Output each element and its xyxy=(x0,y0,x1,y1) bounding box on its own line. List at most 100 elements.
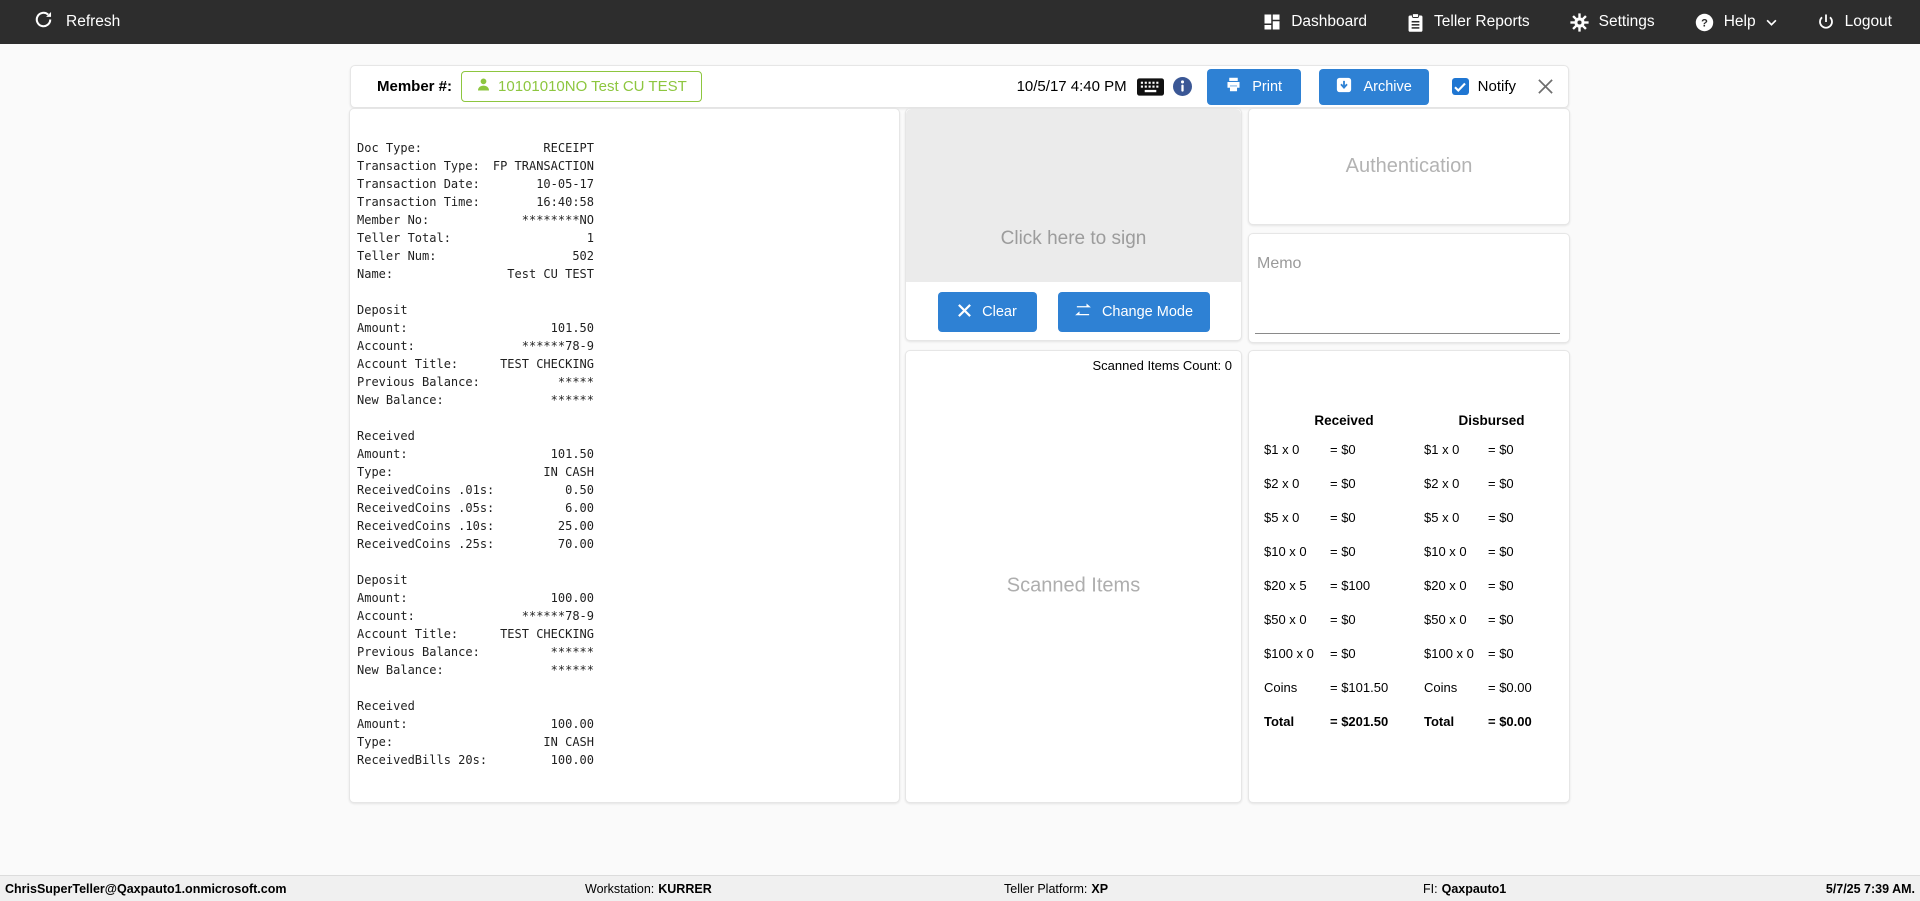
workstation-status: Workstation: KURRER xyxy=(585,882,712,896)
refresh-button[interactable]: Refresh xyxy=(34,10,120,34)
change-mode-button[interactable]: Change Mode xyxy=(1057,292,1210,332)
memo-input[interactable] xyxy=(1255,333,1560,334)
receipt-line: Received xyxy=(357,429,415,443)
receipt-line: Previous Balance: ***** xyxy=(357,375,594,389)
nav-item-logout[interactable]: Logout xyxy=(1817,13,1892,31)
print-button-label: Print xyxy=(1252,78,1283,95)
received-amount: = $0 xyxy=(1330,543,1356,559)
change-mode-button-label: Change Mode xyxy=(1101,304,1194,320)
cash-table-header: Received Disbursed xyxy=(1249,351,1569,432)
status-bar: ChrisSuperTeller@Qaxpauto1.onmicrosoft.c… xyxy=(0,875,1920,901)
member-button-label: 10101010NO Test CU TEST xyxy=(498,78,687,95)
receipt-line: Deposit xyxy=(357,303,408,317)
print-button[interactable]: Print xyxy=(1206,68,1301,105)
member-button[interactable]: 10101010NO Test CU TEST xyxy=(461,71,702,102)
notify-checkbox[interactable] xyxy=(1451,78,1469,95)
cash-denomination-row: $100 x 0 = $0 $100 x 0 = $0 xyxy=(1249,636,1569,670)
workstation-label: Workstation: xyxy=(585,881,655,896)
cash-rows: $1 x 0 = $0 $1 x 0 = $0 $2 x 0 = $0 $2 x… xyxy=(1249,432,1569,738)
receipt-line: Amount: 101.50 xyxy=(357,447,594,461)
received-denomination: Coins xyxy=(1264,679,1298,695)
transaction-header-bar: Member #: 10101010NO Test CU TEST 10/5/1… xyxy=(350,65,1569,108)
archive-icon xyxy=(1335,76,1353,98)
received-denomination: $5 x 0 xyxy=(1264,509,1300,525)
cash-denomination-row: $5 x 0 = $0 $5 x 0 = $0 xyxy=(1249,500,1569,534)
nav-item-dashboard[interactable]: Dashboard xyxy=(1263,13,1367,31)
member-number-label: Member #: xyxy=(377,78,453,95)
received-amount: = $101.50 xyxy=(1330,679,1389,695)
platform-label: Teller Platform: xyxy=(1004,881,1088,896)
signature-actions: Clear Change Mode xyxy=(906,282,1241,340)
receipt-line: Previous Balance: ****** xyxy=(357,645,594,659)
help-icon: ? xyxy=(1695,13,1714,32)
cash-denomination-row: Coins = $101.50 Coins = $0.00 xyxy=(1249,670,1569,704)
scanned-items-placeholder: Scanned Items xyxy=(1006,574,1141,597)
disbursed-amount: = $0 xyxy=(1488,441,1514,457)
disbursed-denomination: $10 x 0 xyxy=(1424,543,1467,559)
nav-item-label: Help xyxy=(1723,13,1756,30)
disbursed-denomination: $50 x 0 xyxy=(1424,611,1467,627)
refresh-icon xyxy=(34,10,53,34)
disbursed-amount: = $0.00 xyxy=(1488,713,1532,729)
receipt-line: Transaction Date: 10-05-17 xyxy=(357,177,594,191)
keyboard-icon[interactable] xyxy=(1136,77,1164,96)
disbursed-denomination: $100 x 0 xyxy=(1424,645,1474,661)
receipt-line: ReceivedCoins .25s: 70.00 xyxy=(357,537,594,551)
swap-arrows-icon xyxy=(1074,303,1092,321)
received-denomination: $100 x 0 xyxy=(1264,645,1314,661)
scanned-items-panel: Scanned Items Count: 0 Scanned Items xyxy=(905,350,1242,803)
fi-value: Qaxpauto1 xyxy=(1441,881,1507,896)
receipt-line: New Balance: ****** xyxy=(357,663,594,677)
received-amount: = $0 xyxy=(1330,475,1356,491)
received-denomination: $50 x 0 xyxy=(1264,611,1307,627)
nav-item-teller-reports[interactable]: Teller Reports xyxy=(1407,12,1530,32)
workstation-value: KURRER xyxy=(658,881,712,896)
transaction-timestamp: 10/5/17 4:40 PM xyxy=(1016,78,1127,95)
info-icon[interactable] xyxy=(1172,77,1192,96)
logged-in-user: ChrisSuperTeller@Qaxpauto1.onmicrosoft.c… xyxy=(5,881,287,896)
receipt-line: Name: Test CU TEST xyxy=(357,267,594,281)
receipt-panel: Doc Type: RECEIPT Transaction Type: FP TRA… xyxy=(349,108,900,803)
receipt-line: Amount: 100.00 xyxy=(357,591,594,605)
teller-platform-status: Teller Platform: XP xyxy=(1004,882,1108,896)
receipt-line xyxy=(357,283,594,301)
notify-checkbox-group[interactable]: Notify xyxy=(1451,78,1516,95)
dashboard-icon xyxy=(1263,13,1281,31)
receipt-line: Account: ******78-9 xyxy=(357,339,594,353)
receipt-line: Type: IN CASH xyxy=(357,465,594,479)
disbursed-amount: = $0 xyxy=(1488,509,1514,525)
clear-button[interactable]: Clear xyxy=(937,292,1037,332)
nav-item-label: Settings xyxy=(1598,13,1655,30)
cash-denomination-row: $1 x 0 = $0 $1 x 0 = $0 xyxy=(1249,432,1569,466)
archive-button[interactable]: Archive xyxy=(1318,68,1429,105)
disbursed-denomination: $2 x 0 xyxy=(1424,475,1460,491)
received-amount: = $0 xyxy=(1330,441,1356,457)
cash-denomination-row: $20 x 5 = $100 $20 x 0 = $0 xyxy=(1249,568,1569,602)
disbursed-denomination: Total xyxy=(1424,713,1455,729)
nav-item-help[interactable]: ? Help xyxy=(1695,13,1777,32)
receipt-line: ReceivedCoins .01s: 0.50 xyxy=(357,483,594,497)
cash-denomination-row: $10 x 0 = $0 $10 x 0 = $0 xyxy=(1249,534,1569,568)
disbursed-denomination: $5 x 0 xyxy=(1424,509,1460,525)
disbursed-amount: = $0 xyxy=(1488,645,1514,661)
received-denomination: Total xyxy=(1264,713,1295,729)
receipt-line: Teller Total: 1 xyxy=(357,231,594,245)
receipt-line: Account: ******78-9 xyxy=(357,609,594,623)
received-amount: = $100 xyxy=(1330,577,1371,593)
receipt-line xyxy=(357,409,594,427)
disbursed-denomination: $20 x 0 xyxy=(1424,577,1467,593)
top-navigation-bar: Refresh Dashboard Teller Reports Setting… xyxy=(0,0,1920,44)
cash-denomination-row: Total = $201.50 Total = $0.00 xyxy=(1249,704,1569,738)
power-icon xyxy=(1817,13,1835,31)
signature-pad[interactable]: Click here to sign xyxy=(906,109,1241,282)
disbursed-column-header: Disbursed xyxy=(1458,413,1525,428)
cash-panel: Received Disbursed $1 x 0 = $0 $1 x 0 = … xyxy=(1248,350,1570,803)
cash-denomination-row: $2 x 0 = $0 $2 x 0 = $0 xyxy=(1249,466,1569,500)
printer-icon xyxy=(1225,76,1242,97)
close-icon[interactable] xyxy=(1537,78,1554,95)
receipt-line: Type: IN CASH xyxy=(357,735,594,749)
receipt-line xyxy=(357,679,594,697)
nav-item-settings[interactable]: Settings xyxy=(1570,12,1655,32)
receipt-line: ReceivedBills 20s: 100.00 xyxy=(357,753,594,767)
receipt-line: Teller Num: 502 xyxy=(357,249,594,263)
